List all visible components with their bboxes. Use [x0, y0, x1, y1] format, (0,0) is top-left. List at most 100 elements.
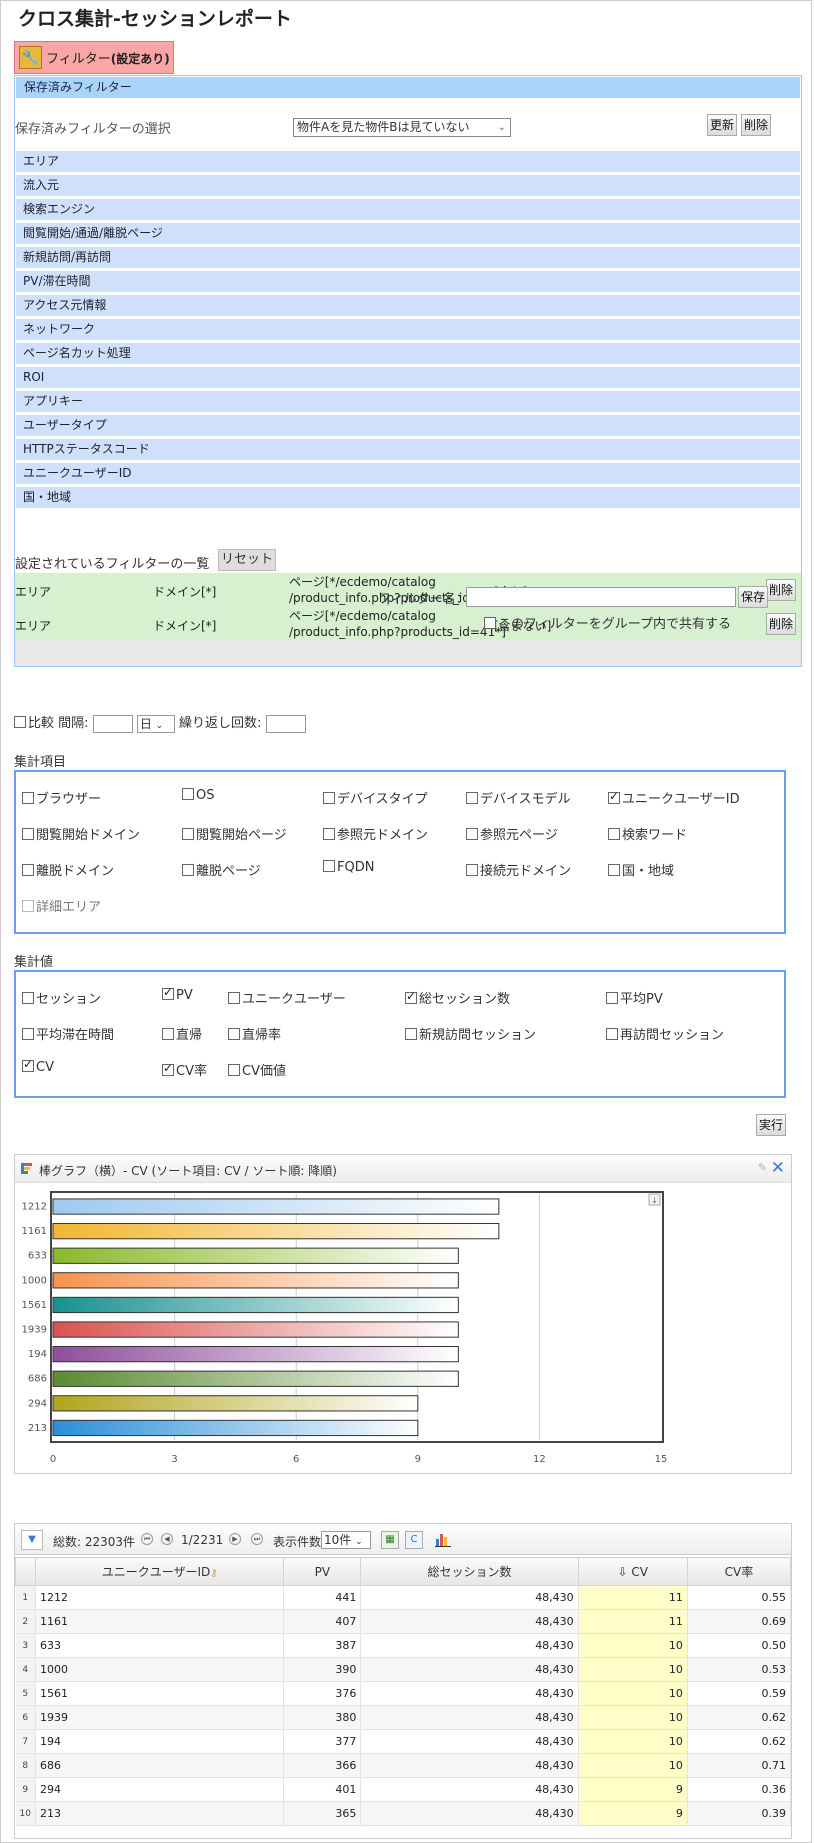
agg-items-option[interactable]: ブラウザー [22, 788, 101, 807]
checkbox[interactable] [466, 828, 478, 840]
agg-items-option[interactable]: FQDN [323, 860, 374, 875]
column-header-cv-rate[interactable]: CV率 [686, 1557, 792, 1586]
filter-category-item[interactable]: PV/滞在時間 [16, 271, 800, 292]
checkbox[interactable] [606, 992, 618, 1004]
table-row[interactable]: 8 686 366 48,430 10 0.71 [15, 1753, 792, 1778]
filter-category-item[interactable]: エリア [16, 151, 800, 172]
filter-category-item[interactable]: ページ名カット処理 [16, 343, 800, 364]
checkbox[interactable] [405, 989, 417, 1004]
column-header-cv[interactable]: ⇩ CV [577, 1557, 688, 1586]
table-row[interactable]: 2 1161 407 48,430 11 0.69 [15, 1609, 792, 1634]
checkbox[interactable] [323, 860, 335, 872]
run-button[interactable]: 実行 [756, 1114, 786, 1136]
agg-items-option[interactable]: 離脱ページ [182, 860, 261, 879]
bar[interactable] [52, 1370, 459, 1387]
interval-input[interactable] [92, 714, 133, 733]
table-row[interactable]: 6 1939 380 48,430 10 0.62 [15, 1705, 792, 1730]
csv-export-icon[interactable]: C [405, 1531, 423, 1549]
filter-category-item[interactable]: ユニークユーザーID [16, 463, 800, 484]
checkbox[interactable] [182, 788, 194, 800]
checkbox[interactable] [22, 828, 34, 840]
prev-page-icon[interactable]: ◀ [161, 1533, 173, 1545]
filter-category-item[interactable]: HTTPステータスコード [16, 439, 800, 460]
excel-export-icon[interactable]: ▦ [381, 1531, 399, 1549]
checkbox[interactable] [22, 1028, 34, 1040]
collapse-icon[interactable]: ▼ [21, 1530, 43, 1550]
agg-items-option[interactable]: 離脱ドメイン [22, 860, 114, 879]
filter-category-item[interactable]: 新規訪問/再訪問 [16, 247, 800, 268]
checkbox[interactable] [466, 792, 478, 804]
checkbox[interactable] [162, 1061, 174, 1076]
chart-toggle-icon[interactable] [433, 1531, 453, 1549]
compare-checkbox[interactable] [14, 716, 26, 728]
bar[interactable] [52, 1247, 459, 1264]
bar[interactable] [52, 1272, 459, 1289]
checkbox[interactable] [323, 828, 335, 840]
checkbox[interactable] [228, 1028, 240, 1040]
table-row[interactable]: 5 1561 376 48,430 10 0.59 [15, 1681, 792, 1706]
checkbox[interactable] [608, 789, 620, 804]
agg-values-option[interactable]: PV [162, 985, 193, 1003]
table-row[interactable]: 1 1212 441 48,430 11 0.55 [15, 1585, 792, 1610]
agg-items-option[interactable]: OS [182, 788, 214, 803]
column-header-user-id[interactable]: ユニークユーザーID⚷ [35, 1557, 285, 1586]
filter-category-item[interactable]: 検索エンジン [16, 199, 800, 220]
checkbox[interactable] [22, 792, 34, 804]
share-checkbox[interactable] [484, 617, 496, 629]
interval-unit-select[interactable]: 日 ⌄ [136, 714, 175, 733]
reset-button[interactable]: リセット [218, 549, 276, 571]
agg-values-option[interactable]: 直帰率 [228, 1024, 281, 1043]
checkbox[interactable] [606, 1028, 618, 1040]
checkbox[interactable] [162, 985, 174, 1000]
table-row[interactable]: 4 1000 390 48,430 10 0.53 [15, 1657, 792, 1682]
table-row[interactable]: 3 633 387 48,430 10 0.50 [15, 1633, 792, 1658]
checkbox[interactable] [323, 792, 335, 804]
checkbox[interactable] [466, 864, 478, 876]
repeat-input[interactable] [265, 714, 306, 733]
bar[interactable] [52, 1419, 419, 1437]
update-button[interactable]: 更新 [707, 114, 737, 136]
agg-values-option[interactable]: 総セッション数 [405, 988, 510, 1007]
bar[interactable] [52, 1346, 459, 1363]
filter-category-item[interactable]: 国・地域 [16, 487, 800, 508]
filter-category-item[interactable]: 閲覧開始/通過/離脱ページ [16, 223, 800, 244]
filter-category-item[interactable]: ユーザータイプ [16, 415, 800, 436]
filter-category-item[interactable]: アクセス元情報 [16, 295, 800, 316]
checkbox[interactable] [22, 864, 34, 876]
filter-category-item[interactable]: ネットワーク [16, 319, 800, 340]
last-page-icon[interactable]: ⏭ [251, 1533, 263, 1545]
table-row[interactable]: 7 194 377 48,430 10 0.62 [15, 1729, 792, 1754]
column-header-pv[interactable]: PV [283, 1557, 362, 1586]
agg-values-option[interactable]: ユニークユーザー [228, 988, 346, 1007]
agg-items-option[interactable]: デバイスモデル [466, 788, 571, 807]
filter-category-item[interactable]: ROI [16, 367, 800, 388]
agg-items-option[interactable]: 国・地域 [608, 860, 674, 879]
agg-items-option[interactable]: 参照元ページ [466, 824, 558, 843]
filter-toggle-button[interactable]: 🔧 フィルター(設定あり) [14, 41, 174, 74]
column-header-total-sessions[interactable]: 総セッション数 [360, 1557, 579, 1586]
checkbox[interactable] [182, 828, 194, 840]
checkbox[interactable] [22, 992, 34, 1004]
delete-filter-row-button[interactable]: 削除 [766, 613, 796, 635]
agg-values-option[interactable]: CV [22, 1057, 54, 1075]
filter-category-item[interactable]: 流入元 [16, 175, 800, 196]
next-page-icon[interactable]: ▶ [229, 1533, 241, 1545]
agg-values-option[interactable]: セッション [22, 988, 101, 1007]
share-filter-option[interactable]: このフィルターをグループ内で共有する [484, 613, 731, 632]
saved-filter-select[interactable]: 物件Aを見た物件Bは見ていない ⌄ [293, 118, 511, 137]
checkbox[interactable] [162, 1028, 174, 1040]
saved-filter-header[interactable]: 保存済みフィルター [16, 77, 800, 98]
bar[interactable] [52, 1296, 459, 1314]
checkbox[interactable] [22, 1057, 34, 1072]
agg-items-option[interactable]: 接続元ドメイン [466, 860, 571, 879]
agg-values-option[interactable]: CV率 [162, 1060, 207, 1079]
bar[interactable] [52, 1223, 500, 1240]
checkbox[interactable] [608, 864, 620, 876]
agg-items-option[interactable]: 閲覧開始ドメイン [22, 824, 140, 843]
checkbox[interactable] [228, 1064, 240, 1076]
filter-name-input[interactable] [466, 587, 736, 607]
delete-saved-filter-button[interactable]: 削除 [741, 114, 771, 136]
filter-category-item[interactable]: アプリキー [16, 391, 800, 412]
agg-items-option[interactable]: デバイスタイプ [323, 788, 428, 807]
bar[interactable] [52, 1198, 500, 1215]
